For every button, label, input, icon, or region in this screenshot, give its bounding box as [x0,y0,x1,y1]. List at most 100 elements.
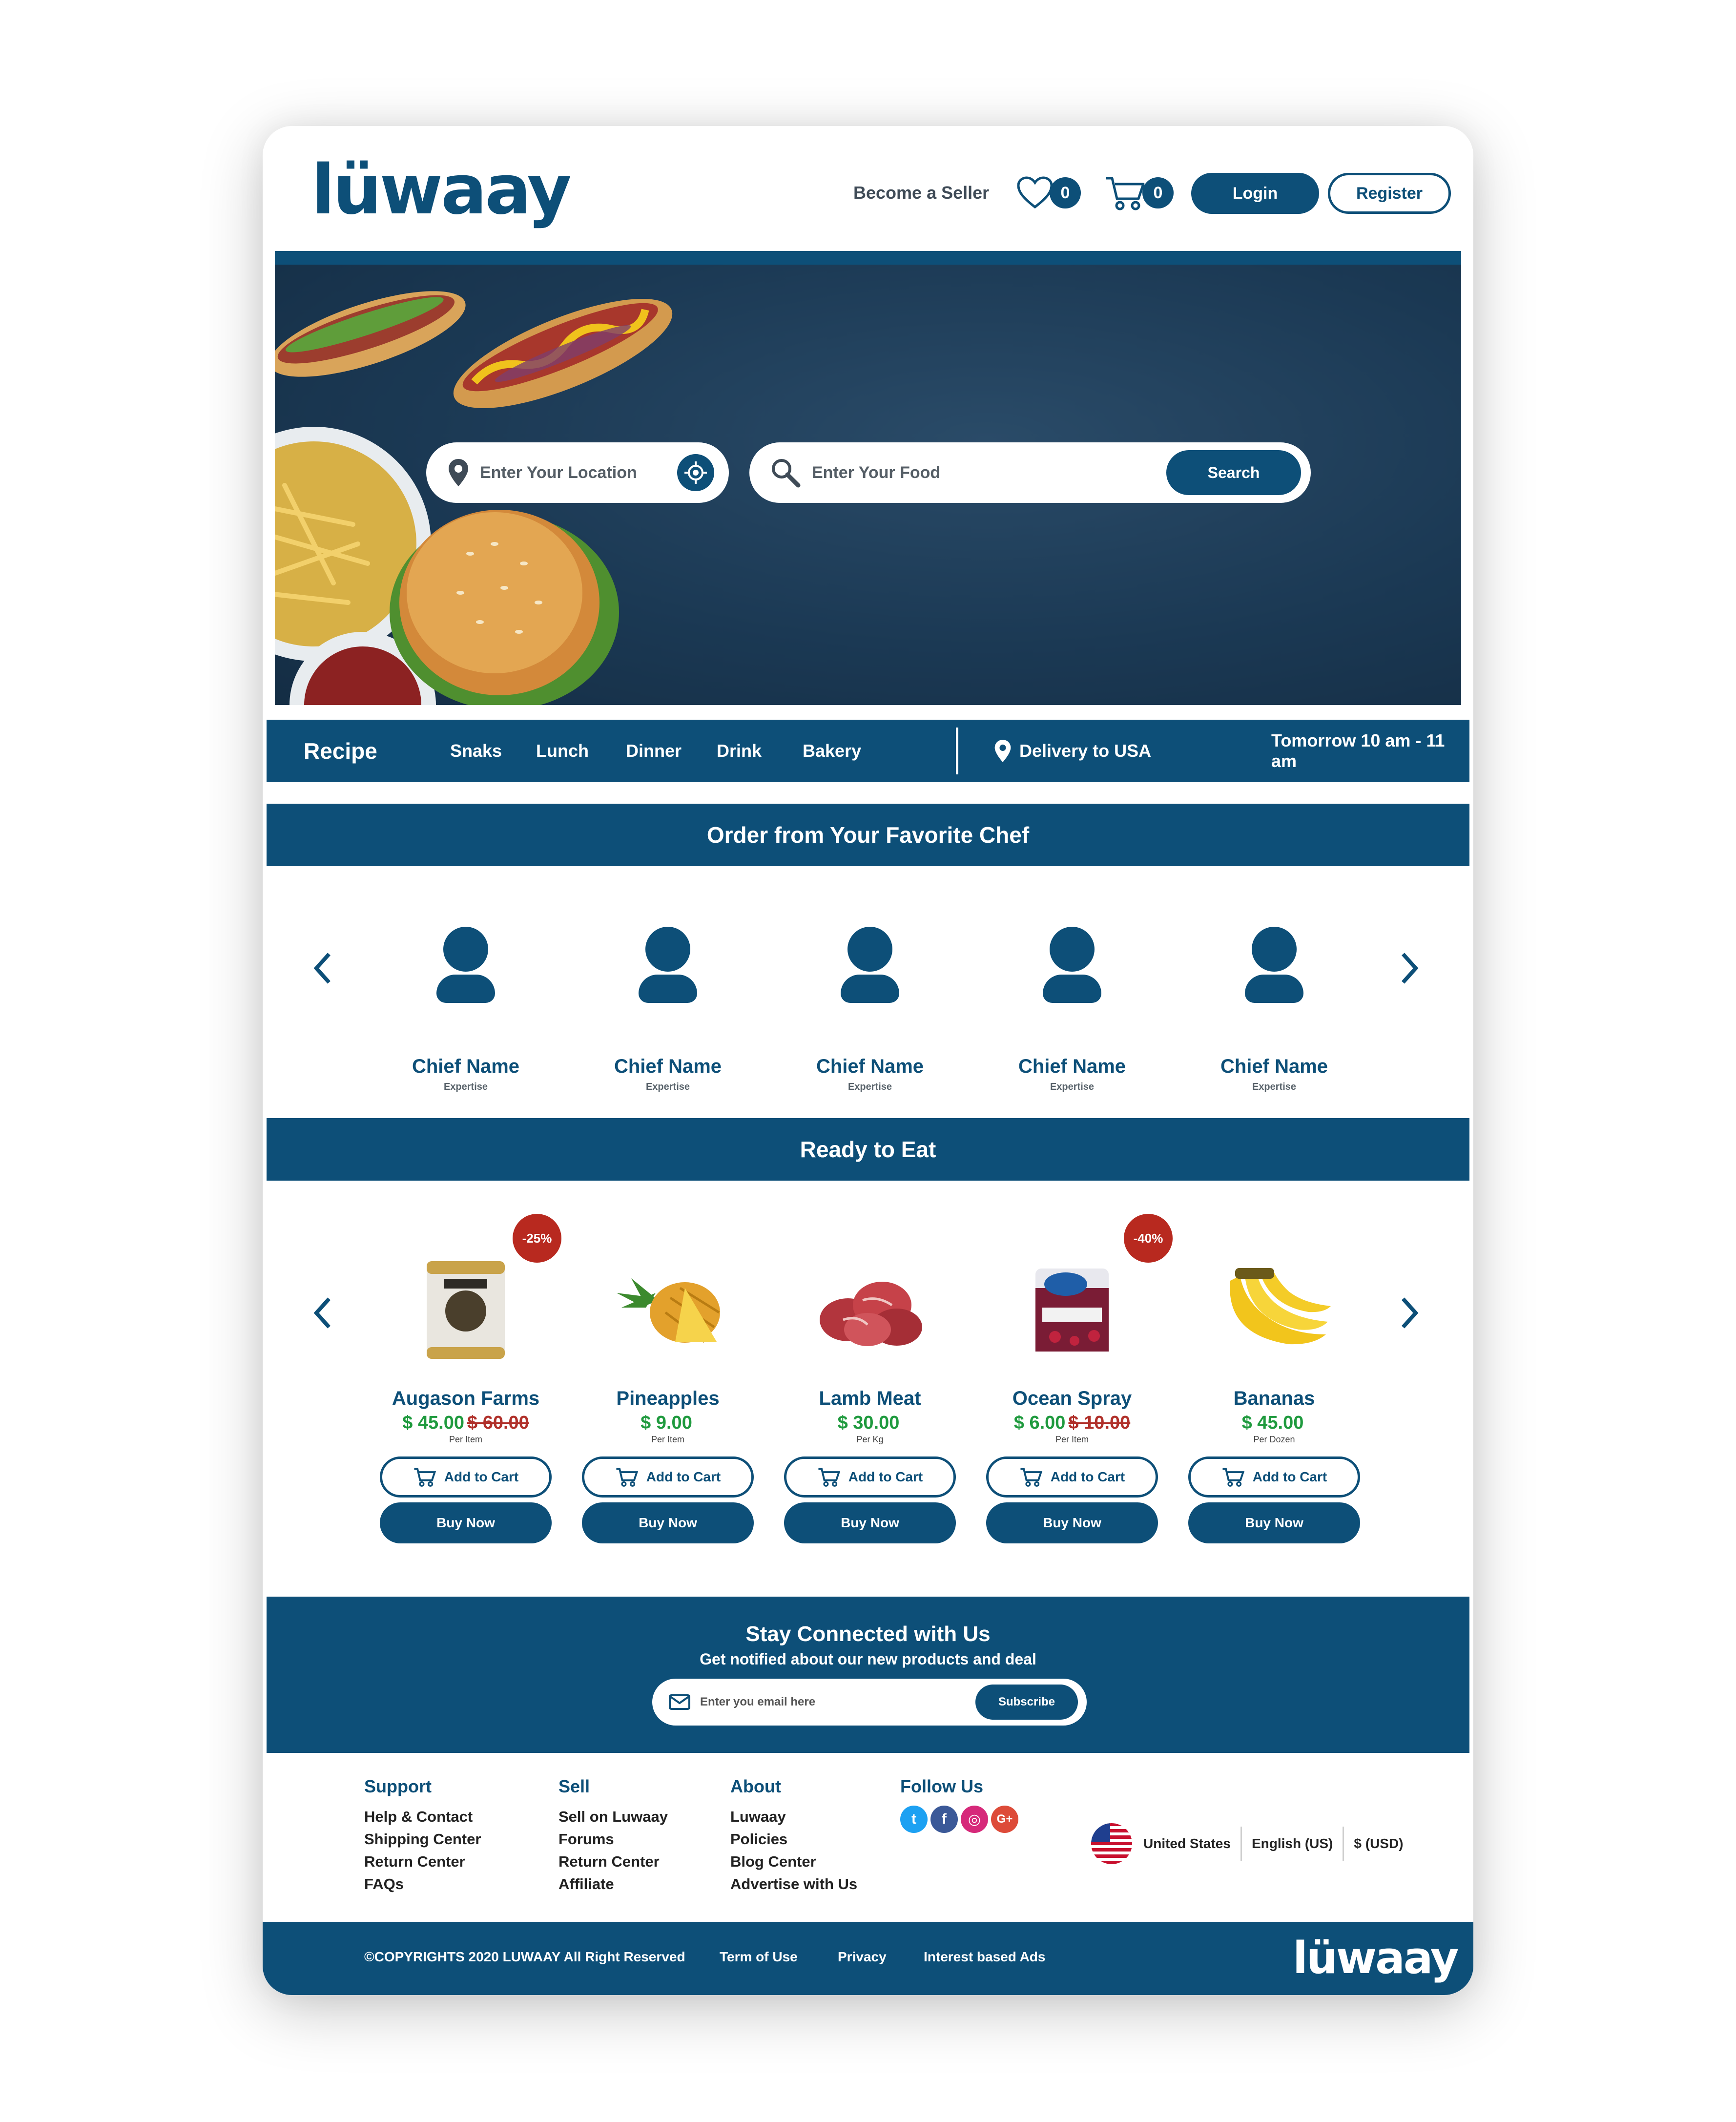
footer-link[interactable]: Help & Contact [364,1806,481,1828]
add-to-cart-button[interactable]: Add to Cart [380,1456,552,1498]
buy-now-button[interactable]: Buy Now [784,1502,956,1543]
nav-item-snaks[interactable]: Snaks [450,741,502,761]
food-search-field[interactable]: Enter Your Food Search [749,442,1311,503]
delivery-text: Delivery to USA [1019,741,1152,761]
footer-column-follow: Follow Us t f ◎ G+ [900,1776,1018,1833]
footer-column-support: Support Help & Contact Shipping Center R… [364,1776,481,1895]
email-field[interactable]: Enter you email here Subscribe [652,1679,1087,1726]
footer-column-title: Sell [558,1776,590,1796]
footer-link[interactable]: Sell on Luwaay [558,1806,668,1828]
products-next-arrow[interactable] [1395,1291,1425,1335]
product-card[interactable]: Pineapples $ 9.00 Per Item Add to Cart B… [582,1249,754,1543]
currency-label[interactable]: $ (USD) [1354,1836,1403,1852]
footer-link[interactable]: Return Center [364,1851,481,1873]
become-seller-link[interactable]: Become a Seller [853,183,989,203]
footer-link[interactable]: Advertise with Us [730,1873,857,1895]
chef-card[interactable]: Chief Name Expertise [999,927,1145,1093]
site-logo[interactable]: lüwaay [311,156,572,225]
footer-link[interactable]: Luwaay [730,1806,857,1828]
footer-link[interactable]: Affiliate [558,1873,668,1895]
banana-icon [1188,1249,1360,1366]
twitter-icon[interactable]: t [900,1806,928,1833]
register-button[interactable]: Register [1328,173,1451,214]
delivery-time: Tomorrow 10 am - 11 am [1271,730,1445,771]
cart-icon [1106,177,1145,210]
product-name: Bananas [1233,1388,1315,1409]
instagram-icon[interactable]: ◎ [961,1806,988,1833]
products-prev-arrow[interactable] [308,1291,337,1335]
locate-me-button[interactable] [677,454,714,491]
buy-now-button[interactable]: Buy Now [1188,1502,1360,1543]
newsletter-subtitle: Get notified about our new products and … [700,1650,1036,1668]
login-button[interactable]: Login [1191,173,1319,214]
nav-item-bakery[interactable]: Bakery [803,741,861,761]
terms-link[interactable]: Term of Use [720,1949,798,1965]
location-search-field[interactable]: Enter Your Location [426,442,729,503]
footer-logo[interactable]: lüwaay [1293,1933,1459,1984]
footer-link[interactable]: Blog Center [730,1851,857,1873]
chefs-prev-arrow[interactable] [308,946,337,990]
buy-now-button[interactable]: Buy Now [380,1502,552,1543]
footer-column-about: About Luwaay Policies Blog Center Advert… [730,1776,857,1895]
search-button[interactable]: Search [1166,450,1301,495]
chef-expertise: Expertise [443,1082,488,1092]
product-price: $ 45.00 $ 60.00 [402,1413,529,1433]
product-old-price: $ 10.00 [1068,1413,1131,1433]
chef-card[interactable]: Chief Name Expertise [595,927,741,1093]
footer-column-sell: Sell Sell on Luwaay Forums Return Center… [558,1776,668,1895]
footer-link[interactable]: FAQs [364,1873,481,1895]
crosshair-icon [684,461,707,484]
product-card[interactable]: Ocean Spray $ 6.00 $ 10.00 Per Item Add t… [986,1249,1158,1543]
nav-item-lunch[interactable]: Lunch [536,741,589,761]
product-unit: Per Kg [856,1435,884,1444]
recipe-title[interactable]: Recipe [304,738,377,764]
subscribe-button[interactable]: Subscribe [975,1685,1078,1720]
add-to-cart-button[interactable]: Add to Cart [1188,1456,1360,1498]
footer-link[interactable]: Policies [730,1828,857,1851]
chef-expertise: Expertise [847,1082,892,1092]
add-to-cart-button[interactable]: Add to Cart [582,1456,754,1498]
footer-link[interactable]: Forums [558,1828,668,1851]
locale-selector[interactable]: United States English (US) $ (USD) [1091,1820,1404,1867]
delivery-location[interactable]: Delivery to USA [994,739,1151,763]
product-card[interactable]: Augason Farms $ 45.00 $ 60.00 Per Item Ad… [380,1249,552,1543]
footer-link[interactable]: Return Center [558,1851,668,1873]
product-card[interactable]: Lamb Meat $ 30.00 Per Kg Add to Cart Buy… [784,1249,956,1543]
product-card[interactable]: Bananas $ 45.00 Per Dozen Add to Cart Bu… [1188,1249,1360,1543]
buy-now-button[interactable]: Buy Now [582,1502,754,1543]
product-unit: Per Item [1055,1435,1089,1444]
product-name: Ocean Spray [1012,1388,1132,1409]
avatar-icon [841,927,899,1005]
cart-button[interactable]: 0 [1104,171,1174,215]
chef-expertise: Expertise [1252,1082,1297,1092]
product-unit: Per Item [651,1435,685,1444]
buy-now-button[interactable]: Buy Now [986,1502,1158,1543]
product-unit: Per Item [449,1435,483,1444]
add-to-cart-button[interactable]: Add to Cart [986,1456,1158,1498]
chefs-next-arrow[interactable] [1395,946,1425,990]
nav-item-dinner[interactable]: Dinner [626,741,682,761]
footer-link[interactable]: Shipping Center [364,1828,481,1851]
google-plus-icon[interactable]: G+ [991,1806,1018,1833]
chef-expertise: Expertise [1050,1082,1095,1092]
product-price: $ 30.00 [837,1413,900,1433]
country-label[interactable]: United States [1143,1836,1231,1852]
nav-item-drink[interactable]: Drink [717,741,762,761]
chef-card[interactable]: Chief Name Expertise [393,927,539,1093]
chef-name: Chief Name [614,1056,722,1077]
facebook-icon[interactable]: f [930,1806,958,1833]
search-icon [772,459,801,488]
chef-card[interactable]: Chief Name Expertise [1201,927,1347,1093]
chef-card[interactable]: Chief Name Expertise [797,927,943,1093]
privacy-link[interactable]: Privacy [838,1949,887,1965]
language-label[interactable]: English (US) [1252,1836,1333,1852]
cart-count-badge: 0 [1142,177,1174,208]
chef-expertise: Expertise [645,1082,690,1092]
wishlist-button[interactable]: 0 [1016,171,1081,215]
cart-icon [1222,1468,1244,1487]
copyright-text: ©COPYRIGHTS 2020 LUWAAY All Right Reserv… [364,1949,685,1964]
interest-ads-link[interactable]: Interest based Ads [924,1949,1045,1965]
site-header: lüwaay Become a Seller 0 0 Login Registe… [263,126,1473,248]
add-to-cart-button[interactable]: Add to Cart [784,1456,956,1498]
newsletter-title: Stay Connected with Us [745,1622,991,1646]
